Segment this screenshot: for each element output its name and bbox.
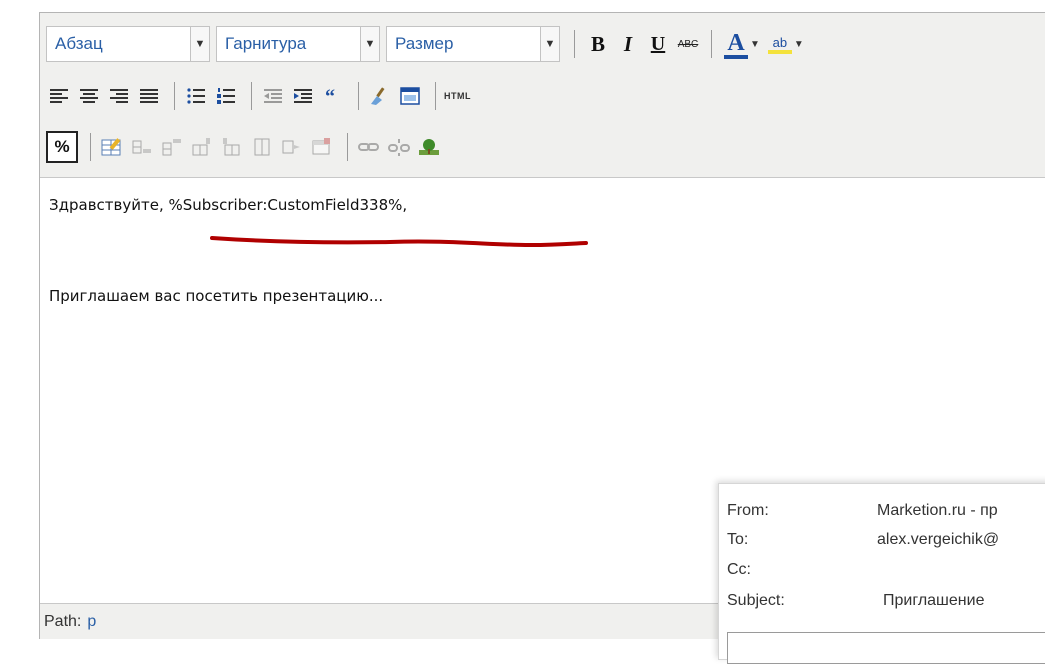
chevron-down-icon: ▼: [360, 27, 379, 61]
numbered-list-icon: [217, 88, 235, 104]
subject-value: Приглашение: [883, 592, 985, 609]
toolbar-separator: [574, 30, 575, 58]
split-cells-button[interactable]: [279, 134, 305, 160]
align-right-button[interactable]: [106, 83, 132, 109]
font-color-dropdown-icon[interactable]: ▼: [750, 39, 760, 50]
email-header-panel: From: Marketion.ru - пр To: alex.vergeic…: [718, 483, 1045, 664]
highlight-icon: ab: [772, 34, 788, 50]
chevron-down-icon: ▼: [540, 27, 559, 61]
font-family-select[interactable]: Гарнитура ▼: [216, 26, 380, 62]
to-row: To: alex.vergeichik@: [727, 531, 999, 549]
from-value: Marketion.ru - пр: [877, 502, 998, 519]
path-label: Path:: [44, 612, 82, 630]
delete-column-button[interactable]: [249, 134, 275, 160]
toolbar-row-table: %: [46, 130, 446, 164]
delete-column-icon: [254, 138, 270, 156]
body-text: Приглашаем вас посетить презентацию...: [49, 287, 384, 305]
insert-column-after-button[interactable]: [219, 134, 245, 160]
cc-label: Cc:: [727, 561, 751, 578]
to-label: To:: [727, 531, 749, 548]
window-icon: [400, 87, 420, 105]
numbered-list-button[interactable]: [213, 83, 239, 109]
paragraph-format-label: Абзац: [55, 34, 103, 53]
red-underline-annotation: [210, 236, 588, 248]
toolbar-separator: [711, 30, 712, 58]
font-size-select[interactable]: Размер ▼: [386, 26, 560, 62]
align-center-icon: [80, 89, 98, 103]
path-element-link[interactable]: p: [87, 613, 96, 631]
link-icon: [358, 143, 379, 151]
image-icon: [419, 139, 439, 155]
toolbar-row-formatting: Абзац ▼ Гарнитура ▼ Размер ▼ B I U ABC A…: [46, 24, 808, 64]
indent-icon: [294, 89, 312, 103]
insert-image-button[interactable]: [416, 134, 442, 160]
font-size-label: Размер: [395, 34, 454, 53]
unlink-button[interactable]: [386, 134, 412, 160]
from-label: From:: [727, 502, 769, 519]
merge-cells-icon: [312, 138, 330, 155]
insert-column-icon: [192, 138, 210, 156]
greeting-text: Здравствуйте, %Subscriber:CustomField338…: [49, 196, 408, 214]
link-button[interactable]: [356, 134, 382, 160]
strikethrough-button[interactable]: ABC: [673, 29, 703, 59]
blockquote-button[interactable]: “: [320, 83, 346, 109]
insert-row-icon: [162, 139, 181, 156]
paragraph-format-select[interactable]: Абзац ▼: [46, 26, 210, 62]
insert-table-button[interactable]: [99, 134, 125, 160]
toolbar-row-alignment: “ HTML: [46, 81, 471, 111]
split-cells-icon: [282, 140, 300, 154]
subject-row: Subject: Приглашение: [727, 592, 984, 610]
font-color-icon: A: [727, 29, 745, 56]
font-family-label: Гарнитура: [225, 34, 307, 53]
insert-column-after-icon: [223, 138, 240, 156]
toolbar-separator: [347, 133, 348, 161]
toolbar-separator: [90, 133, 91, 161]
to-value: alex.vergeichik@: [877, 531, 1000, 548]
underline-button[interactable]: U: [643, 29, 673, 59]
row-props-icon: [132, 140, 151, 154]
html-button[interactable]: HTML: [444, 91, 471, 101]
merge-cells-button[interactable]: [309, 134, 335, 160]
insert-row-before-button[interactable]: [159, 134, 185, 160]
toolbar-separator: [435, 82, 436, 110]
row-props-button[interactable]: [129, 134, 155, 160]
insert-column-before-button[interactable]: [189, 134, 215, 160]
broom-icon: [371, 87, 385, 105]
highlight-dropdown-icon[interactable]: ▼: [794, 39, 804, 50]
outdent-button[interactable]: [260, 83, 286, 109]
bold-button[interactable]: B: [583, 29, 613, 59]
align-left-button[interactable]: [46, 83, 72, 109]
editor-toolbar: Абзац ▼ Гарнитура ▼ Размер ▼ B I U ABC A…: [40, 13, 1045, 178]
svg-text:“: “: [325, 87, 335, 105]
toolbar-separator: [358, 82, 359, 110]
insert-placeholder-button[interactable]: %: [46, 131, 78, 163]
italic-button[interactable]: I: [613, 29, 643, 59]
bullet-list-button[interactable]: [183, 83, 209, 109]
indent-button[interactable]: [290, 83, 316, 109]
toolbar-separator: [251, 82, 252, 110]
quote-icon: “: [325, 87, 335, 105]
source-code-button[interactable]: [397, 83, 423, 109]
font-color-swatch: [724, 54, 748, 59]
table-edit-icon: [101, 138, 121, 156]
align-center-button[interactable]: [76, 83, 102, 109]
align-justify-button[interactable]: [136, 83, 162, 109]
outdent-icon: [264, 89, 282, 103]
from-row: From: Marketion.ru - пр: [727, 502, 998, 520]
unlink-icon: [388, 139, 410, 156]
bullet-list-icon: [187, 88, 205, 104]
cc-row: Cc:: [727, 561, 877, 579]
highlight-swatch: [767, 49, 792, 54]
cleanup-button[interactable]: [367, 83, 393, 109]
align-right-icon: [110, 89, 128, 103]
font-color-button[interactable]: A: [720, 29, 752, 59]
highlight-color-button[interactable]: ab: [764, 29, 796, 59]
chevron-down-icon: ▼: [190, 27, 209, 61]
align-justify-icon: [140, 89, 158, 103]
message-body-box[interactable]: [727, 632, 1045, 664]
align-left-icon: [50, 89, 68, 103]
subject-label: Subject:: [727, 592, 785, 609]
toolbar-separator: [174, 82, 175, 110]
